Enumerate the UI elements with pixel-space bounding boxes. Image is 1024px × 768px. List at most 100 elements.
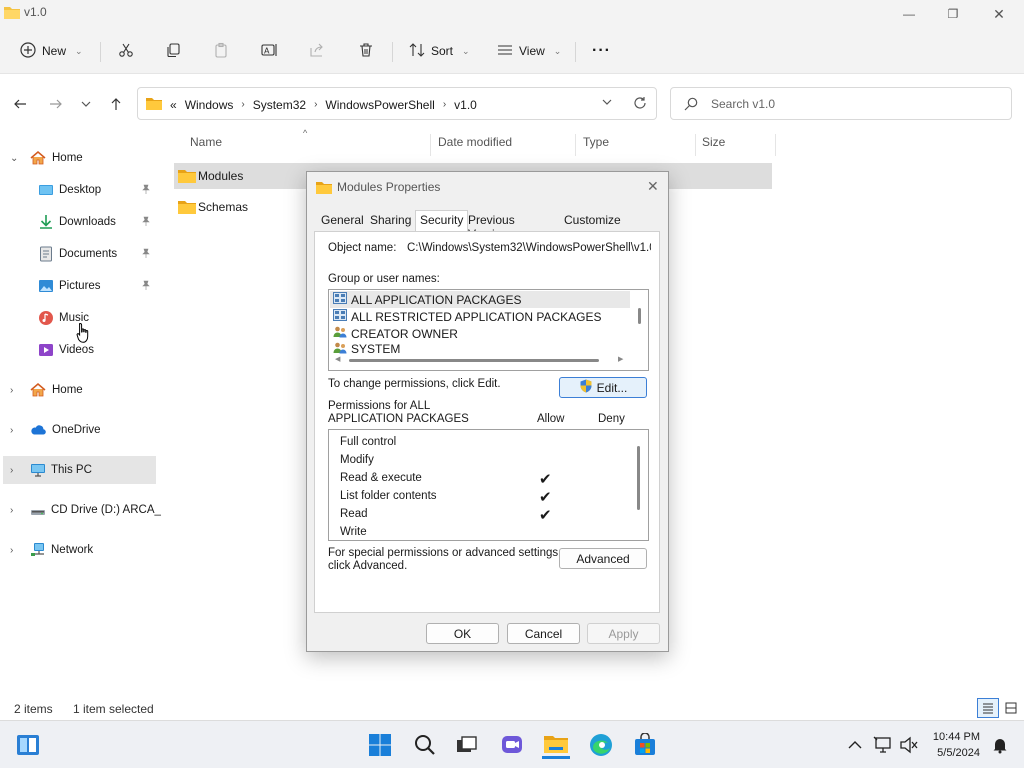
chevron-right-icon[interactable]: › — [10, 505, 13, 516]
breadcrumb-system32[interactable]: System32 — [253, 98, 306, 112]
sidebar-item-downloads[interactable]: Downloads — [0, 208, 160, 236]
advanced-button[interactable]: Advanced — [559, 548, 647, 569]
item-count: 2 items — [14, 702, 53, 716]
share-button[interactable] — [309, 38, 325, 64]
rename-button[interactable]: A — [261, 38, 279, 64]
list-item[interactable]: CREATOR OWNER — [333, 325, 458, 342]
sidebar-item-desktop[interactable]: Desktop — [0, 176, 160, 204]
notification-icon[interactable] — [986, 731, 1014, 759]
breadcrumb-windows[interactable]: Windows — [185, 98, 234, 112]
group-user-listbox[interactable]: ALL APPLICATION PACKAGES ALL RESTRICTED … — [328, 289, 649, 371]
back-arrow-icon[interactable] — [10, 94, 30, 114]
network-status-icon[interactable] — [869, 731, 897, 759]
sidebar-item-pictures[interactable]: Pictures — [0, 272, 160, 300]
list-item[interactable]: ALL RESTRICTED APPLICATION PACKAGES — [333, 308, 602, 325]
sidebar-item-this-pc[interactable]: › This PC — [3, 456, 156, 484]
task-view-icon[interactable] — [453, 731, 481, 759]
address-bar[interactable]: « Windows › System32 › WindowsPowerShell… — [137, 87, 657, 120]
chevron-down-icon[interactable]: ⌄ — [10, 153, 18, 164]
column-header-size[interactable]: Size — [702, 135, 725, 149]
chevron-right-icon[interactable]: › — [443, 99, 446, 110]
address-history-chevron-icon[interactable] — [602, 96, 612, 110]
allow-checkmark-icon: ✔ — [539, 507, 552, 524]
chevron-right-icon[interactable]: › — [314, 99, 317, 110]
sidebar-item-home[interactable]: ⌄ Home — [0, 144, 160, 172]
close-button[interactable]: ✕ — [988, 4, 1010, 24]
pin-icon — [141, 216, 151, 229]
vertical-scrollbar[interactable] — [637, 446, 640, 510]
chevron-down-icon: ⌄ — [553, 45, 562, 56]
cut-button[interactable] — [118, 38, 134, 64]
horizontal-scrollbar[interactable] — [349, 359, 599, 362]
search-box[interactable]: Search v1.0 — [670, 87, 1012, 120]
permission-read: Read — [340, 508, 368, 520]
up-arrow-icon[interactable] — [106, 94, 126, 114]
list-item[interactable]: ALL APPLICATION PACKAGES — [330, 291, 630, 308]
file-explorer-icon[interactable] — [542, 731, 570, 759]
column-divider — [575, 134, 576, 156]
edge-browser-icon[interactable] — [587, 731, 615, 759]
chevron-right-icon[interactable]: › — [241, 99, 244, 110]
maximize-button[interactable]: ❐ — [942, 4, 964, 24]
column-divider — [775, 134, 776, 156]
details-view-icon[interactable] — [977, 698, 999, 718]
windows-start-icon[interactable] — [366, 731, 394, 759]
sidebar-item-cd-drive[interactable]: › CD Drive (D:) ARCA_ — [0, 496, 161, 524]
permissions-list[interactable]: Full control Modify Read & execute ✔ Lis… — [328, 429, 649, 541]
sidebar-item-onedrive[interactable]: › OneDrive — [0, 416, 160, 444]
widgets-icon[interactable] — [14, 731, 42, 759]
microsoft-store-icon[interactable] — [631, 731, 659, 759]
breadcrumb-v1-0[interactable]: v1.0 — [454, 98, 477, 112]
scroll-right-icon[interactable]: ▶ — [618, 355, 623, 363]
home-icon — [30, 382, 46, 398]
minimize-button[interactable]: — — [898, 4, 920, 24]
new-button[interactable]: New ⌄ — [20, 38, 83, 64]
more-options-button[interactable]: ··· — [592, 38, 611, 64]
apply-button[interactable]: Apply — [587, 623, 660, 644]
search-icon[interactable] — [411, 731, 439, 759]
paste-button[interactable] — [213, 38, 229, 64]
chat-icon[interactable] — [498, 731, 526, 759]
chevron-right-icon[interactable]: › — [10, 465, 13, 476]
tab-customize[interactable]: Customize — [564, 213, 621, 227]
edit-button[interactable]: Edit... — [559, 377, 647, 398]
sidebar-item-home-root[interactable]: › Home — [0, 376, 160, 404]
breadcrumb-overflow[interactable]: « — [170, 98, 177, 112]
breadcrumb-windowspowershell[interactable]: WindowsPowerShell — [325, 98, 434, 112]
chevron-right-icon[interactable]: › — [10, 425, 13, 436]
chevron-right-icon[interactable]: › — [10, 385, 13, 396]
group-name: ALL RESTRICTED APPLICATION PACKAGES — [351, 309, 602, 324]
list-item[interactable]: SYSTEM — [333, 342, 400, 356]
tab-general[interactable]: General — [321, 213, 364, 227]
column-divider — [430, 134, 431, 156]
delete-button[interactable] — [358, 38, 374, 64]
pin-icon — [141, 280, 151, 293]
sidebar-item-documents[interactable]: Documents — [0, 240, 160, 268]
tiles-view-icon[interactable] — [1000, 698, 1022, 718]
tab-security[interactable]: Security — [415, 210, 469, 232]
dialog-close-button[interactable]: ✕ — [647, 178, 659, 195]
chevron-up-icon[interactable] — [841, 731, 869, 759]
sidebar-item-network[interactable]: › Network — [0, 536, 160, 564]
vertical-scrollbar[interactable] — [638, 308, 641, 324]
ok-button[interactable]: OK — [426, 623, 499, 644]
home-icon — [30, 150, 46, 166]
forward-arrow-icon[interactable] — [46, 94, 66, 114]
cancel-button[interactable]: Cancel — [507, 623, 580, 644]
volume-muted-icon[interactable] — [895, 731, 923, 759]
copy-button[interactable] — [165, 38, 181, 64]
refresh-icon[interactable] — [633, 96, 647, 113]
column-header-type[interactable]: Type — [583, 135, 609, 149]
column-header-name[interactable]: Name — [190, 135, 222, 149]
tab-sharing[interactable]: Sharing — [370, 213, 411, 227]
package-group-icon — [333, 292, 347, 307]
permission-write: Write — [340, 526, 367, 538]
column-header-date-modified[interactable]: Date modified — [438, 135, 512, 149]
sort-button[interactable]: Sort ⌄ — [409, 38, 470, 64]
scroll-left-icon[interactable]: ◀ — [335, 355, 340, 363]
chevron-right-icon[interactable]: › — [10, 545, 13, 556]
cloud-icon — [30, 422, 46, 438]
view-button[interactable]: View ⌄ — [497, 38, 561, 64]
recent-chevron-icon[interactable] — [76, 94, 96, 114]
system-clock[interactable]: 10:44 PM 5/5/2024 — [933, 729, 980, 761]
